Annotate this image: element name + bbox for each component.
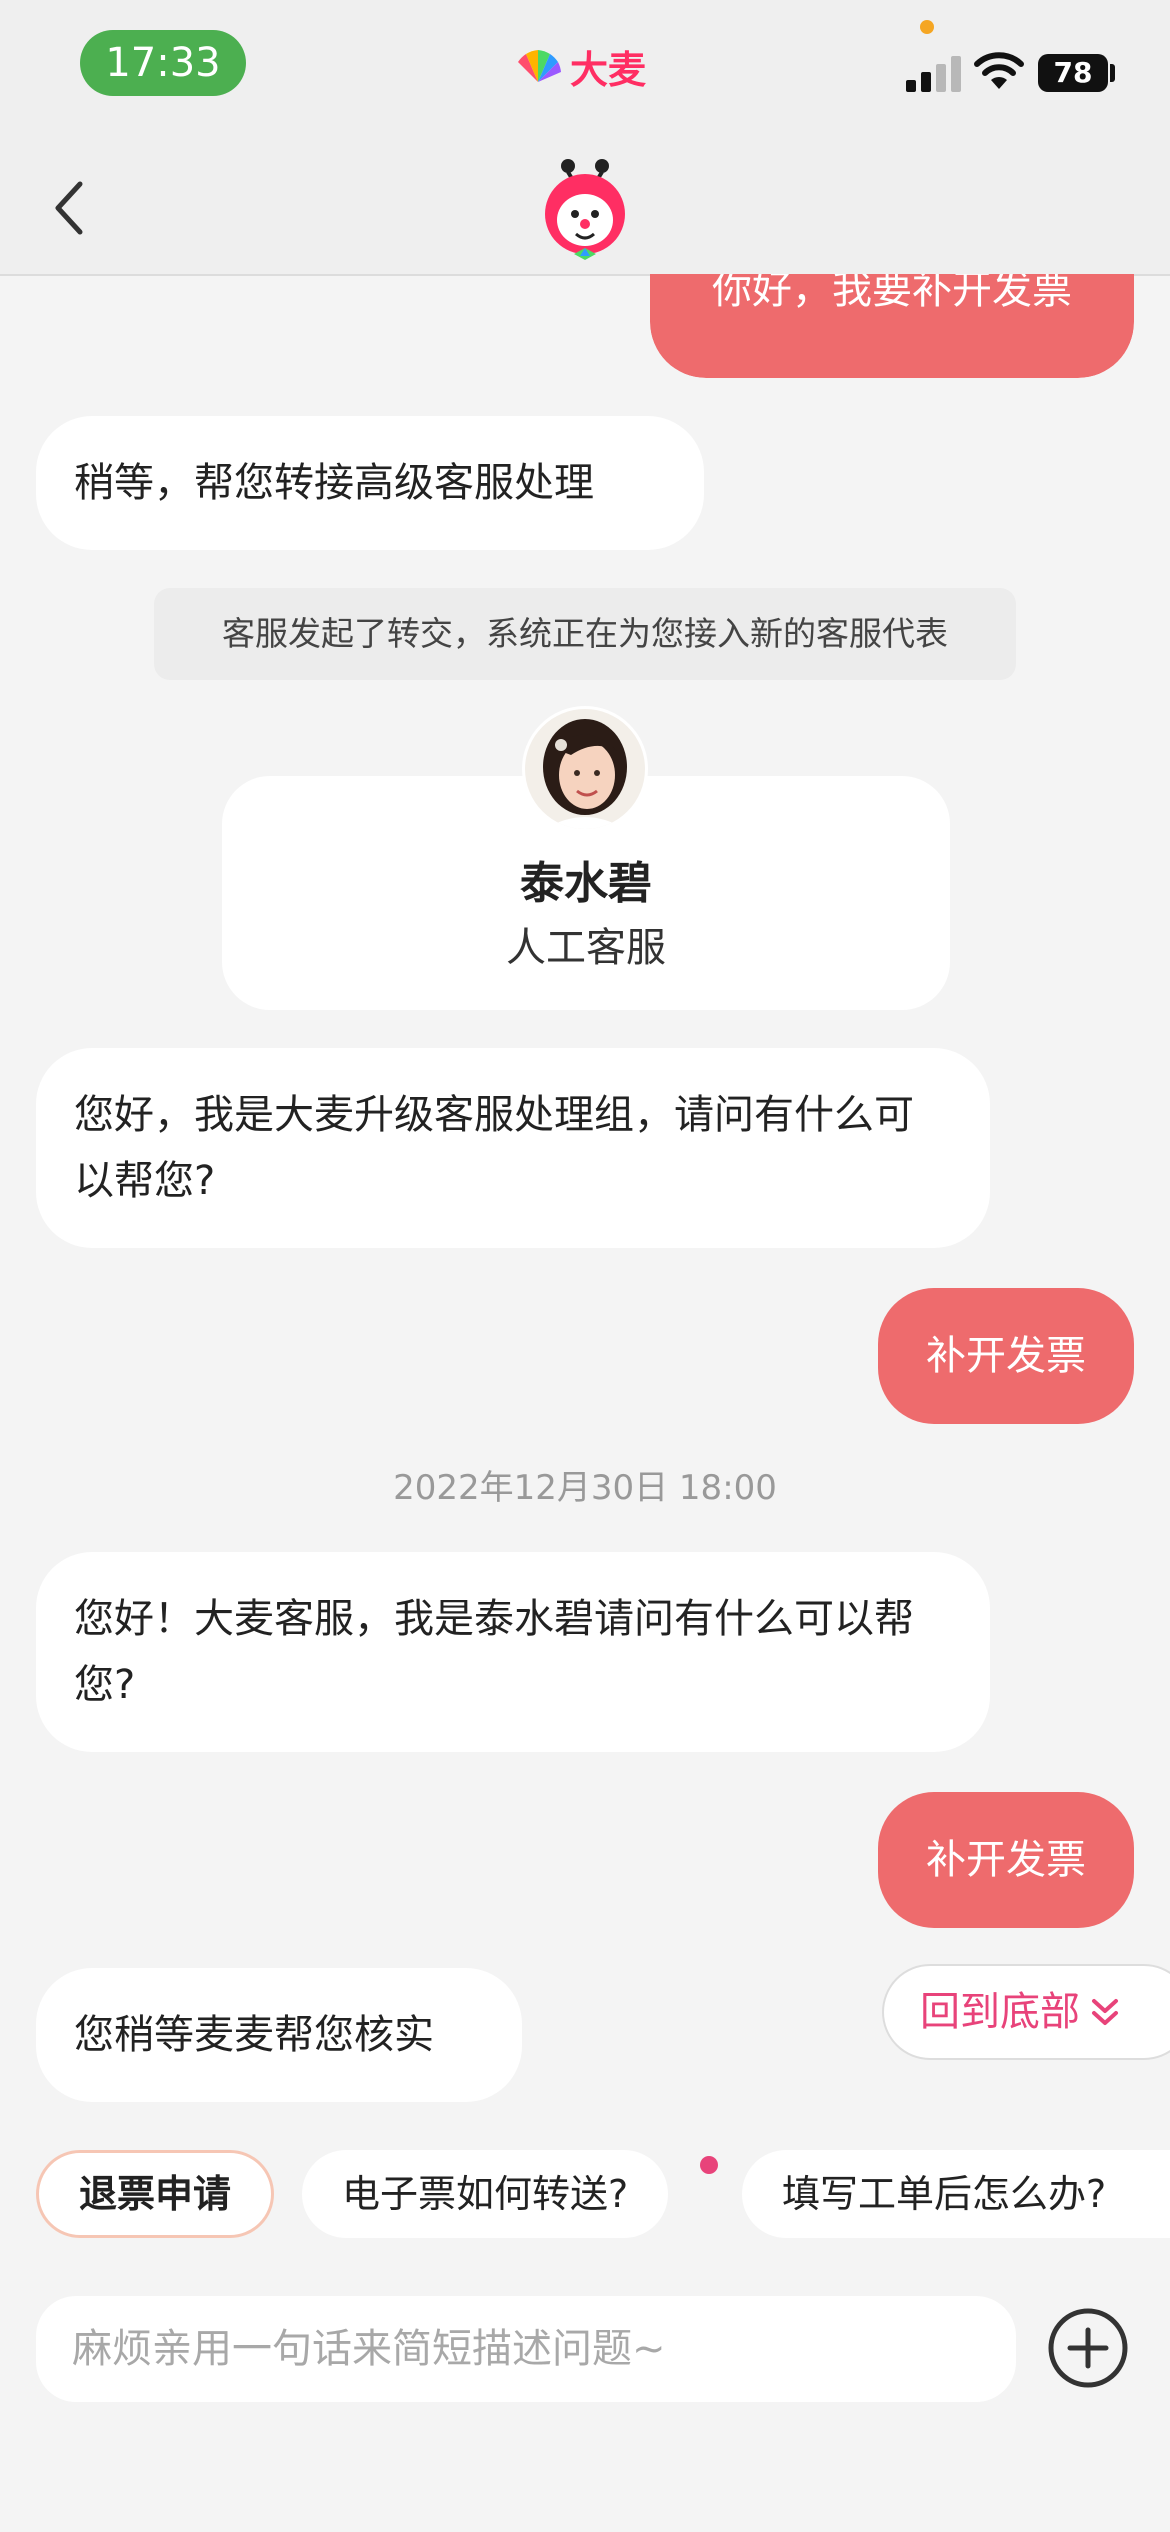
agent-avatar-image (525, 709, 645, 829)
brand-name: 大麦 (570, 47, 647, 92)
quick-reply-chip[interactable]: 填写工单后怎么办? (742, 2150, 1170, 2238)
incoming-message: 您好，我是大麦升级客服处理组，请问有什么可以帮您? (36, 1048, 990, 1248)
agent-name: 泰水碧 (520, 858, 652, 909)
agent-avatar (522, 706, 648, 832)
back-to-bottom-button[interactable]: 回到底部 (882, 1964, 1170, 2060)
quick-reply-label: 退票申请 (79, 2172, 232, 2216)
quick-reply-chip[interactable]: 电子票如何转送? (302, 2150, 669, 2238)
mascot-logo-icon (545, 159, 625, 260)
message-text: 您稍等麦麦帮您核实 (74, 2012, 434, 2058)
chat-timestamp: 2022年12月30日 18:00 (393, 1468, 777, 1508)
back-to-bottom-label: 回到底部 (920, 1989, 1080, 2035)
cellular-signal-icon (906, 52, 962, 92)
message-text: 您好，我是大麦升级客服处理组，请问有什么可以帮您? (74, 1092, 914, 1204)
message-input[interactable]: 麻烦亲用一句话来简短描述问题~ (36, 2296, 1016, 2402)
quick-reply-label: 电子票如何转送? (342, 2172, 629, 2216)
message-text: 补开发票 (926, 1837, 1086, 1883)
wifi-icon (974, 52, 1024, 89)
status-time: 17:33 (80, 30, 246, 96)
quick-reply-chip[interactable]: 退票申请 (36, 2150, 275, 2238)
message-text: 您好！大麦客服，我是泰水碧请问有什么可以帮您? (74, 1596, 914, 1708)
system-notice: 客服发起了转交，系统正在为您接入新的客服代表 (154, 588, 1016, 680)
plus-icon[interactable] (1046, 2306, 1130, 2390)
new-indicator-dot (700, 2156, 718, 2174)
message-text: 稍等，帮您转接高级客服处理 (74, 460, 594, 506)
incoming-message: 您好！大麦客服，我是泰水碧请问有什么可以帮您? (36, 1552, 990, 1752)
double-chevron-down-icon (1092, 1999, 1118, 2025)
back-arrow-icon[interactable] (50, 178, 90, 238)
brand-fan-icon (518, 50, 561, 82)
incoming-message: 您稍等麦麦帮您核实 (36, 1968, 522, 2102)
app-brand: 大麦 (514, 38, 646, 94)
incoming-message: 稍等，帮您转接高级客服处理 (36, 416, 704, 550)
outgoing-message: 补开发票 (878, 1792, 1134, 1928)
outgoing-message: 补开发票 (878, 1288, 1134, 1424)
privacy-indicator-dot (920, 20, 934, 34)
battery-indicator: 78 (1038, 54, 1108, 92)
message-text: 补开发票 (926, 1333, 1086, 1379)
agent-role: 人工客服 (506, 925, 666, 971)
quick-reply-label: 填写工单后怎么办? (782, 2172, 1107, 2216)
battery-cap (1110, 64, 1115, 82)
